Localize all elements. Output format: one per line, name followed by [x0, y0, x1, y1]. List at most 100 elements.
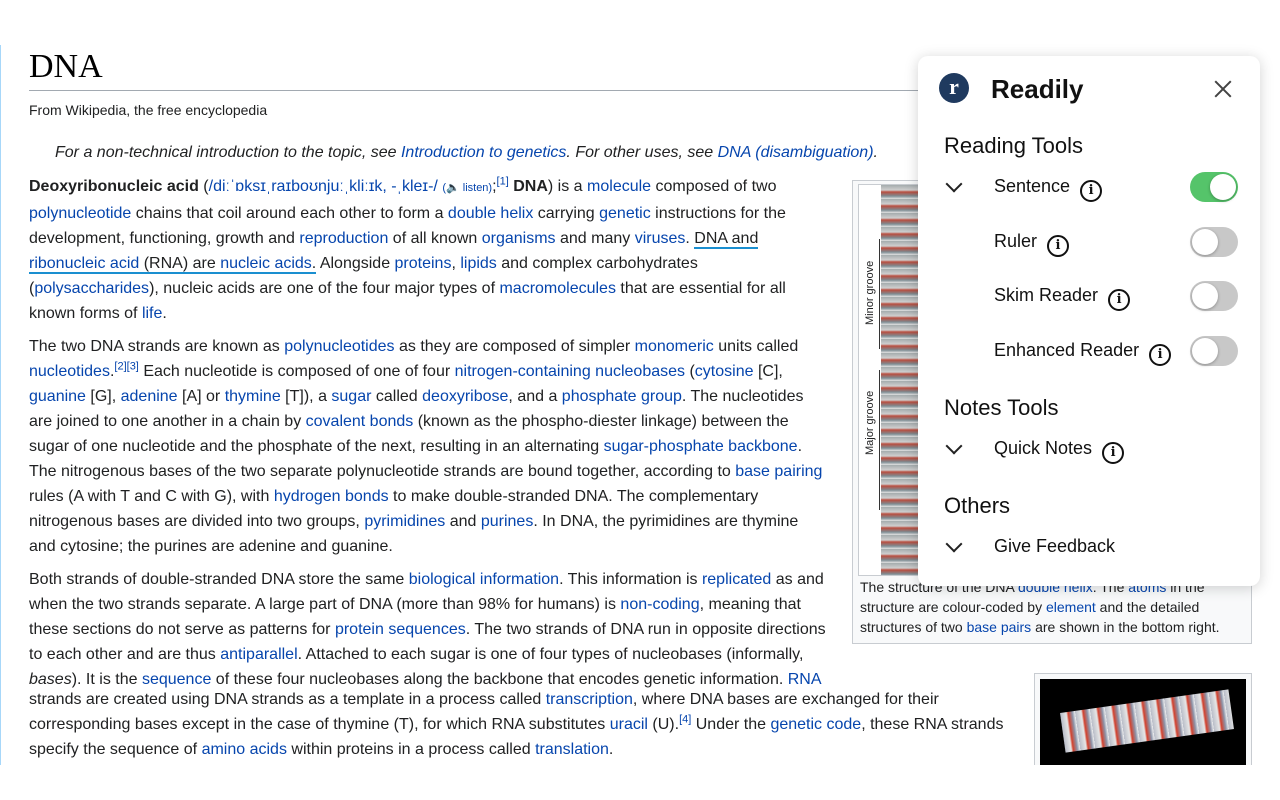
chevron-down-icon[interactable] — [945, 175, 963, 193]
link-nucleic-acids[interactable]: nucleic acids — [220, 255, 312, 272]
paragraph-rna: strands are created using DNA strands as… — [29, 691, 1004, 758]
link-molecule[interactable]: molecule — [587, 178, 651, 195]
link-nucleotides[interactable]: nucleotides — [29, 363, 110, 380]
link-translation[interactable]: translation — [535, 741, 609, 758]
link-cytosine[interactable]: cytosine — [695, 363, 754, 380]
ruler-label: Ruler — [994, 231, 1038, 251]
close-icon[interactable] — [1212, 78, 1234, 100]
link-protein-sequences[interactable]: protein sequences — [335, 621, 466, 638]
section-reading-tools: Reading Tools — [944, 133, 1084, 158]
toggle-knob — [1192, 338, 1218, 364]
chevron-down-icon[interactable] — [945, 437, 963, 455]
link-purines[interactable]: purines — [481, 513, 533, 530]
info-icon[interactable]: i — [1149, 344, 1172, 366]
row-skim-reader: Skim Reader i — [918, 277, 1260, 317]
ref-4[interactable]: [4] — [679, 714, 691, 726]
skim-reader-label: Skim Reader — [994, 285, 1099, 305]
info-icon[interactable]: i — [1102, 442, 1125, 464]
link-uracil[interactable]: uracil — [610, 716, 648, 733]
link-non-coding[interactable]: non-coding — [620, 596, 699, 613]
link-phosphate-group[interactable]: phosphate group — [562, 388, 682, 405]
link-guanine[interactable]: guanine — [29, 388, 86, 405]
page-title: DNA — [29, 48, 103, 85]
paragraph-strands: The two DNA strands are known as polynuc… — [29, 338, 823, 555]
link-dna-disambiguation[interactable]: DNA (disambiguation) — [718, 144, 874, 161]
ref-2-3[interactable]: [2][3] — [114, 361, 138, 373]
link-sugar[interactable]: sugar — [331, 388, 371, 405]
hatnote-text-2: . For other uses, see — [566, 144, 718, 161]
link-double-helix[interactable]: double helix — [448, 205, 533, 222]
row-sentence: Sentence i — [918, 168, 1260, 208]
ref-1[interactable]: [1] — [497, 176, 509, 188]
title-divider — [29, 90, 1029, 91]
major-groove-bracket — [879, 370, 880, 510]
link-backbone[interactable]: sugar-phosphate backbone — [604, 438, 798, 455]
link-rna[interactable]: ribonucleic acid — [29, 255, 139, 272]
caption-link-element[interactable]: element — [1046, 599, 1096, 615]
link-biological-information[interactable]: biological information — [409, 571, 559, 588]
link-monomeric[interactable]: monomeric — [635, 338, 714, 355]
link-polysaccharides[interactable]: polysaccharides — [34, 280, 149, 297]
molecule-render — [1060, 689, 1234, 753]
molecule-figure — [1034, 673, 1252, 765]
link-viruses[interactable]: viruses — [635, 230, 686, 247]
dna-molecule-image[interactable] — [1040, 679, 1246, 765]
link-genetic-code[interactable]: genetic code — [770, 716, 861, 733]
minor-groove-label: Minor groove — [864, 260, 876, 325]
ruler-toggle[interactable] — [1190, 227, 1238, 257]
link-transcription[interactable]: transcription — [546, 691, 633, 708]
give-feedback-label[interactable]: Give Feedback — [994, 536, 1115, 557]
link-amino-acids[interactable]: amino acids — [202, 741, 287, 758]
link-thymine[interactable]: thymine — [225, 388, 281, 405]
row-give-feedback[interactable]: Give Feedback — [918, 528, 1260, 568]
toggle-knob — [1192, 229, 1218, 255]
link-base-pairing[interactable]: base pairing — [735, 463, 822, 480]
caption-text-5: are shown in the bottom right. — [1031, 619, 1220, 635]
info-icon[interactable]: i — [1047, 235, 1070, 257]
link-adenine[interactable]: adenine — [121, 388, 178, 405]
tagline: From Wikipedia, the free encyclopedia — [29, 102, 268, 118]
link-replicated[interactable]: replicated — [702, 571, 771, 588]
chevron-down-icon[interactable] — [945, 535, 963, 553]
enhanced-label-wrap: Enhanced Reader i — [994, 340, 1172, 366]
link-deoxyribose[interactable]: deoxyribose — [422, 388, 508, 405]
link-reproduction[interactable]: reproduction — [299, 230, 388, 247]
link-rna-2[interactable]: RNA — [788, 671, 822, 688]
sentence-label: Sentence — [994, 176, 1071, 196]
enhanced-reader-toggle[interactable] — [1190, 336, 1238, 366]
hatnote: For a non-technical introduction to the … — [55, 144, 878, 162]
link-polynucleotides[interactable]: polynucleotides — [284, 338, 394, 355]
link-proteins[interactable]: proteins — [395, 255, 452, 272]
link-organisms[interactable]: organisms — [482, 230, 556, 247]
link-covalent-bonds[interactable]: covalent bonds — [306, 413, 414, 430]
article-body: Deoxyribonucleic acid (/diːˈɒksɪˌraɪboʊn… — [29, 174, 829, 700]
skim-label-wrap: Skim Reader i — [994, 285, 1131, 311]
quick-notes-label: Quick Notes — [994, 438, 1093, 458]
listen-audio-icon[interactable]: (🔈 listen) — [442, 182, 492, 194]
paragraph-information: Both strands of double-stranded DNA stor… — [29, 571, 826, 688]
sentence-toggle[interactable] — [1190, 172, 1238, 202]
page-left-border — [0, 45, 1, 765]
link-antiparallel[interactable]: antiparallel — [220, 646, 297, 663]
link-genetic[interactable]: genetic — [599, 205, 651, 222]
link-polynucleotide[interactable]: polynucleotide — [29, 205, 131, 222]
link-macromolecules[interactable]: macromolecules — [499, 280, 615, 297]
link-hydrogen-bonds[interactable]: hydrogen bonds — [274, 488, 389, 505]
link-introduction-to-genetics[interactable]: Introduction to genetics — [401, 144, 566, 161]
info-icon[interactable]: i — [1108, 289, 1131, 311]
info-icon[interactable]: i — [1080, 180, 1103, 202]
link-sequence[interactable]: sequence — [142, 671, 211, 688]
paragraph-intro: Deoxyribonucleic acid (/diːˈɒksɪˌraɪboʊn… — [29, 175, 786, 322]
link-pyrimidines[interactable]: pyrimidines — [364, 513, 445, 530]
row-quick-notes: Quick Notes i — [918, 430, 1260, 470]
major-groove-label: Major groove — [864, 390, 876, 455]
ruler-label-wrap: Ruler i — [994, 231, 1070, 257]
readily-brand: Readily — [991, 74, 1084, 104]
link-life[interactable]: life — [142, 305, 162, 322]
link-lipids[interactable]: lipids — [460, 255, 496, 272]
skim-reader-toggle[interactable] — [1190, 281, 1238, 311]
section-notes-tools: Notes Tools — [944, 395, 1059, 420]
link-nucleobases[interactable]: nitrogen-containing nucleobases — [455, 363, 685, 380]
pronunciation-link[interactable]: /diːˈɒksɪˌraɪboʊnjuːˌkliːɪk, -ˌkleɪ-/ — [209, 178, 438, 195]
caption-link-base-pairs[interactable]: base pairs — [967, 619, 1032, 635]
